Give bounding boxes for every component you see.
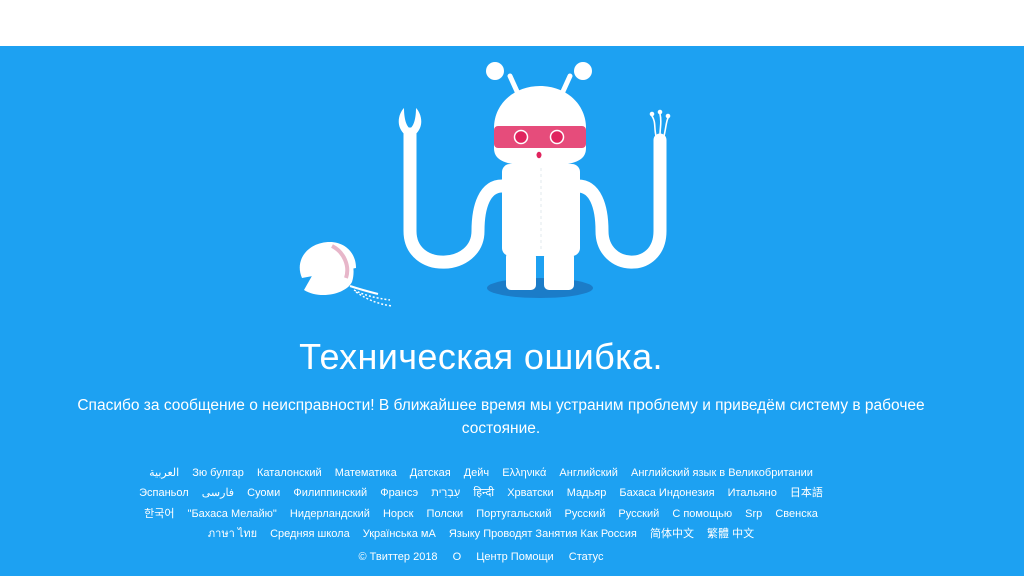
robot-antenna-right xyxy=(574,62,592,80)
footer-about-link[interactable]: О xyxy=(453,551,462,563)
language-link[interactable]: العربية xyxy=(149,467,179,479)
language-link[interactable]: 日本語 xyxy=(790,487,823,499)
language-link[interactable]: Русский xyxy=(565,508,606,520)
language-link[interactable]: Португальский xyxy=(476,508,551,520)
robot-right-leg xyxy=(544,252,574,290)
robot-eye-right xyxy=(549,129,565,145)
language-link[interactable]: Srp xyxy=(745,508,762,520)
language-link[interactable]: Итальяно xyxy=(728,487,777,499)
language-link[interactable]: हिन्दी xyxy=(473,487,494,499)
robot-left-arm xyxy=(403,127,509,269)
language-link[interactable]: Языку Проводят Занятия Как Россия xyxy=(449,528,637,540)
language-link[interactable]: Хрватски xyxy=(507,487,553,499)
language-list: العربية Зю булгар Каталонский Математика… xyxy=(120,463,842,544)
robot-visor xyxy=(494,126,586,148)
robot-mouth xyxy=(536,151,542,159)
robot-left-claw xyxy=(398,108,422,138)
language-link[interactable]: Франсэ xyxy=(380,487,418,499)
language-link[interactable]: Русский xyxy=(618,508,659,520)
language-link[interactable]: 简体中文 xyxy=(650,528,694,540)
robot-broken-wires xyxy=(649,109,671,137)
language-link[interactable]: Бахаса Индонезия xyxy=(619,487,714,499)
language-link[interactable]: 繁體 中文 xyxy=(707,528,754,540)
footer: © Твиттер 2018 О Центр Помощи Статус xyxy=(0,551,962,563)
language-link[interactable]: Зю булгар xyxy=(192,467,244,479)
robot-antenna-left xyxy=(486,62,504,80)
robot-broken-part xyxy=(299,242,393,307)
language-link[interactable]: Суоми xyxy=(247,487,280,499)
language-link[interactable]: Каталонский xyxy=(257,467,322,479)
language-link[interactable]: ภาษา ไทย xyxy=(208,528,257,540)
footer-copyright: © Твиттер 2018 xyxy=(358,551,438,563)
language-link[interactable]: Математика xyxy=(335,467,397,479)
footer-status-link[interactable]: Статус xyxy=(569,551,604,563)
top-bar xyxy=(0,0,1024,46)
language-link[interactable]: Английский xyxy=(559,467,618,479)
language-link[interactable]: 한국어 xyxy=(144,508,174,520)
robot-left-leg xyxy=(506,252,536,290)
robot-right-arm xyxy=(571,133,667,269)
language-link[interactable]: Ελληνικά xyxy=(502,467,546,479)
language-link[interactable]: עִבְרִית xyxy=(431,487,460,499)
footer-help-link[interactable]: Центр Помощи xyxy=(476,551,553,563)
language-link[interactable]: С помощью xyxy=(672,508,732,520)
language-link[interactable]: Нидерландский xyxy=(290,508,370,520)
language-link[interactable]: Норск xyxy=(383,508,414,520)
error-message: Спасибо за сообщение о неисправности! В … xyxy=(77,397,925,437)
robot-icon xyxy=(299,62,671,307)
robot-shadow xyxy=(487,278,593,298)
language-link[interactable]: Мадьяр xyxy=(567,487,607,499)
language-link[interactable]: Средняя школа xyxy=(270,528,350,540)
language-link[interactable]: Английский язык в Великобритании xyxy=(631,467,813,479)
language-link[interactable]: فارسی xyxy=(202,487,234,499)
error-title: Техническая ошибка. xyxy=(299,336,663,377)
language-link[interactable]: Полски xyxy=(427,508,464,520)
language-link[interactable]: Дейч xyxy=(464,467,489,479)
language-link[interactable]: Эспаньол xyxy=(139,487,189,499)
language-link[interactable]: Филиппинский xyxy=(293,487,367,499)
language-link[interactable]: Датская xyxy=(410,467,451,479)
language-link[interactable]: Українська мА xyxy=(363,528,436,540)
language-link[interactable]: Свенска xyxy=(775,508,818,520)
language-link[interactable]: "Бахаса Мелайю" xyxy=(188,508,277,520)
robot-eye-left xyxy=(513,129,529,145)
